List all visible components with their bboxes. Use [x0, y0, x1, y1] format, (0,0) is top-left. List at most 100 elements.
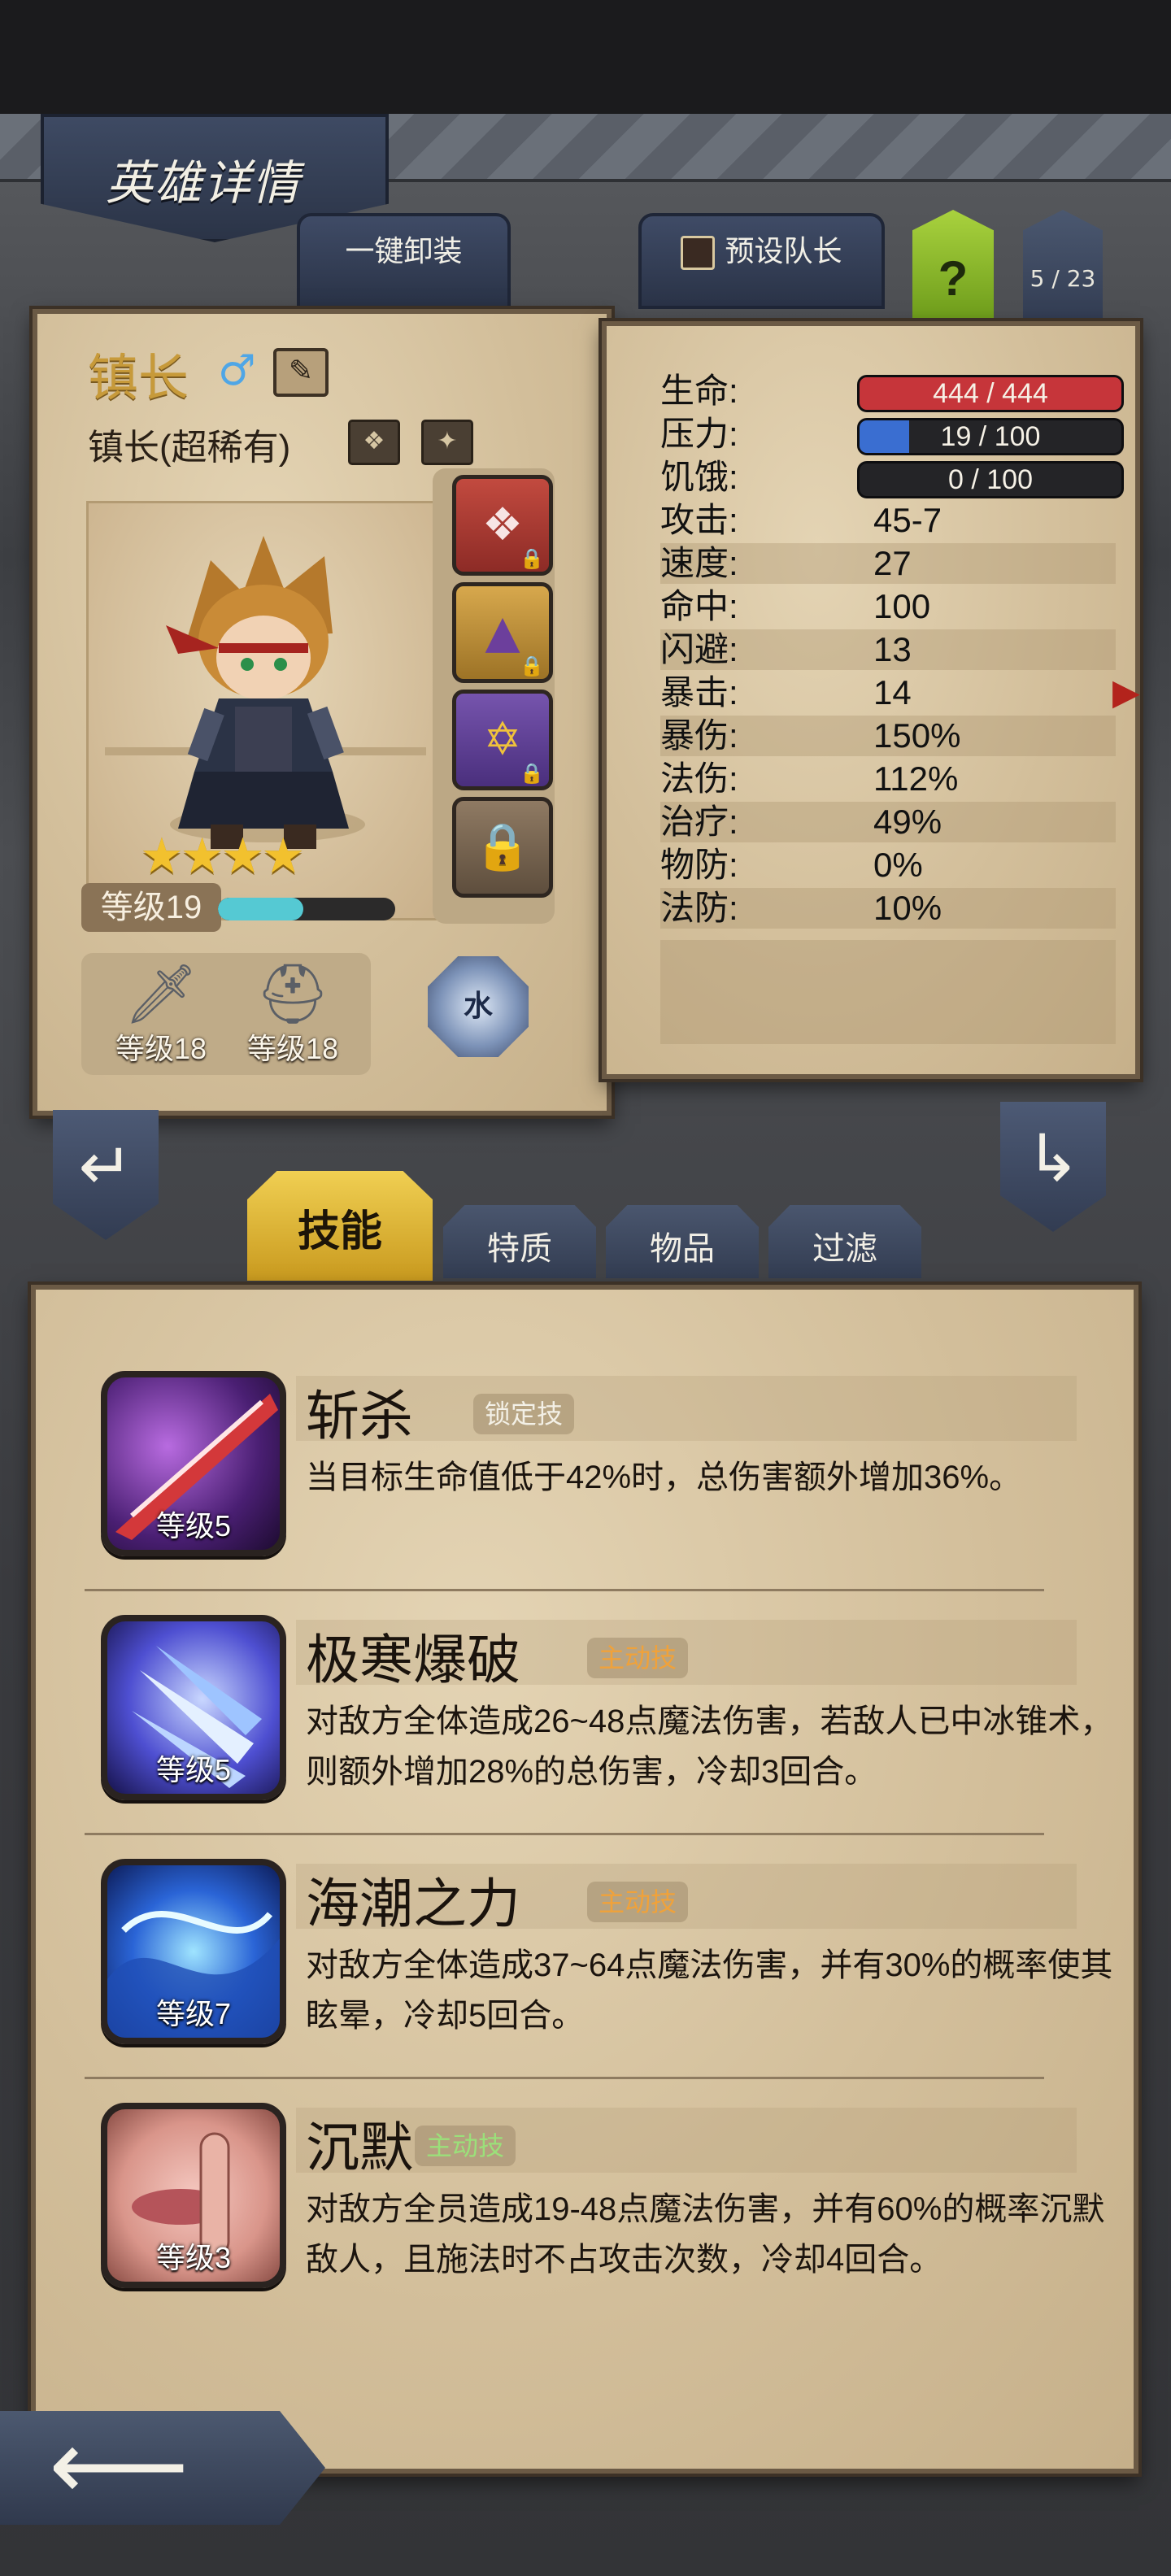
skill-item[interactable]: 等级7 海潮之力 主动技 对敌方全体造成37~64点魔法伤害，并有30%的概率使…: [101, 1859, 1112, 2070]
stats-panel: 生命: 444 / 444 压力: 19 / 100 饥饿: 0 / 100 攻…: [602, 321, 1140, 1079]
class-info-icon[interactable]: ❖: [348, 420, 400, 465]
stat-label: 闪避:: [660, 630, 738, 668]
armor-item[interactable]: ⛑ 等级18: [228, 953, 358, 1075]
locked-slot[interactable]: 🔒: [452, 797, 553, 898]
skill-tag: 主动技: [587, 1882, 689, 1922]
stat-label: 饥饿:: [660, 458, 738, 496]
trait-info-icon[interactable]: ✦: [421, 420, 473, 465]
stat-label: 攻击:: [660, 501, 738, 539]
tab-filter[interactable]: 过滤: [768, 1205, 921, 1278]
skills-panel: 等级5 斩杀 锁定技 当目标生命值低于42%时，总伤害额外增加36%。 等级5 …: [31, 1285, 1138, 2474]
stress-value: 19 / 100: [940, 421, 1041, 452]
hero-count-button[interactable]: 5 / 23: [1023, 210, 1103, 324]
stat-value: 100: [873, 587, 931, 625]
checkbox-icon[interactable]: [681, 236, 716, 271]
back-button[interactable]: ⟵: [0, 2411, 325, 2525]
wizard-hat-icon: ▲: [485, 606, 520, 659]
skill-name: 沉默: [306, 2117, 413, 2178]
hp-bar: 444 / 444: [857, 375, 1124, 412]
skill-tag: 主动技: [415, 2126, 516, 2166]
stat-row: 攻击: 45-7: [660, 500, 1116, 541]
sword-icon: 🗡: [124, 959, 198, 1028]
gear-box: 🗡 等级18 ⛑ 等级18: [81, 953, 371, 1075]
helmet-icon: ⛑: [255, 959, 330, 1028]
stat-label: 暴伤:: [660, 716, 738, 755]
stat-label: 压力:: [660, 415, 738, 453]
stat-row: 闪避: 13: [660, 629, 1116, 670]
hero-class: 镇长(超稀有): [88, 428, 291, 468]
rename-button[interactable]: ✎: [273, 348, 329, 397]
tab-skills[interactable]: 技能: [247, 1171, 433, 1281]
stat-label: 法伤:: [660, 759, 738, 798]
skill-description: 对敌方全体造成37~64点魔法伤害，并有30%的概率使其眩晕，冷却5回合。: [306, 1947, 1113, 2034]
hero-level: 等级19: [81, 883, 221, 932]
hat-slot[interactable]: ▲ 🔒: [452, 582, 553, 683]
ice-shard-icon: 等级5: [101, 1615, 286, 1800]
page-title: 英雄详情: [106, 155, 302, 211]
skill-name: 海潮之力: [306, 1873, 520, 1934]
stat-label: 物防:: [660, 846, 738, 884]
pencil-icon: ✎: [288, 355, 314, 388]
artifact-slot[interactable]: ✡ 🔒: [452, 690, 553, 790]
hero-card: 镇长 ♂ ✎ 镇长(超稀有) ❖ ✦ ★★★★ 等级19 ❖ 🔒 ▲ 🔒 ✡ 🔒…: [33, 309, 612, 1116]
skill-item[interactable]: 等级5 斩杀 锁定技 当目标生命值低于42%时，总伤害额外增加36%。: [101, 1371, 1085, 1582]
expand-arrow-icon[interactable]: ▶: [1112, 672, 1145, 713]
stat-value: 14: [873, 673, 912, 711]
preset-leader-label: 预设队长: [725, 234, 842, 268]
stat-value: 49%: [873, 803, 942, 841]
stat-value: 45-7: [873, 501, 942, 539]
hero-name: 镇长: [88, 350, 189, 407]
skill-description: 对敌方全员造成19-48点魔法伤害，并有60%的概率沉默敌人，且施法时不占攻击次…: [306, 2191, 1105, 2278]
divider: [85, 2077, 1044, 2079]
hunger-value: 0 / 100: [948, 464, 1033, 495]
lock-icon: 🔒: [520, 762, 544, 785]
top-bar: [0, 0, 1171, 114]
stat-stress: 压力: 19 / 100: [660, 414, 1124, 455]
armor-level: 等级18: [246, 1032, 339, 1065]
lock-icon: 🔒: [520, 655, 544, 677]
hp-value: 444 / 444: [933, 378, 1048, 409]
stat-empty-area: [660, 940, 1116, 1044]
stat-value: 13: [873, 630, 912, 668]
stat-label: 暴击:: [660, 673, 738, 711]
wave-icon: 等级7: [101, 1859, 286, 2044]
skill-level: 等级7: [155, 1997, 232, 2030]
stat-value: 10%: [873, 889, 942, 927]
skill-description: 对敌方全体造成26~48点魔法伤害，若敌人已中冰锥术，则额外增加28%的总伤害，…: [306, 1704, 1113, 1790]
amulet-slot[interactable]: ❖ 🔒: [452, 475, 553, 576]
stat-value: 150%: [873, 716, 961, 755]
weapon-item[interactable]: 🗡 等级18: [96, 953, 226, 1075]
skill-level: 等级3: [155, 2241, 232, 2274]
stat-value: 112%: [873, 759, 959, 798]
divider: [85, 1589, 1044, 1591]
tab-items[interactable]: 物品: [606, 1205, 759, 1278]
stat-value: 27: [873, 544, 912, 582]
help-button[interactable]: ?: [912, 210, 994, 324]
skill-description: 当目标生命值低于42%时，总伤害额外增加36%。: [306, 1460, 1022, 1495]
preset-leader-toggle[interactable]: 预设队长: [638, 213, 885, 309]
skill-item[interactable]: 等级3 沉默 主动技 对敌方全员造成19-48点魔法伤害，并有60%的概率沉默敌…: [101, 2103, 1104, 2314]
skill-item[interactable]: 等级5 极寒爆破 主动技 对敌方全体造成26~48点魔法伤害，若敌人已中冰锥术，…: [101, 1615, 1112, 1826]
skill-level: 等级5: [155, 1509, 232, 1543]
stat-row: 物防: 0%: [660, 845, 1116, 886]
element-badge[interactable]: 水: [428, 956, 529, 1057]
skill-name: 极寒爆破: [306, 1630, 520, 1690]
skill-level: 等级5: [155, 1753, 232, 1786]
stat-label: 生命:: [660, 372, 738, 410]
tab-traits[interactable]: 特质: [443, 1205, 596, 1278]
hunger-bar: 0 / 100: [857, 461, 1124, 498]
exp-fill: [218, 898, 303, 920]
padlock-icon: 🔒: [474, 820, 531, 873]
divider: [85, 1833, 1044, 1835]
skill-name-bar: [296, 2108, 1077, 2173]
arrow-left-icon: ↵: [78, 1129, 133, 1204]
unload-all-button[interactable]: 一键卸装: [297, 213, 511, 309]
star-rating: ★★★★: [140, 828, 305, 885]
lock-icon: 🔒: [520, 547, 544, 570]
exp-bar: [218, 898, 395, 920]
stat-label: 命中:: [660, 587, 738, 625]
stat-row: 暴击: 14 ▶: [660, 672, 1140, 713]
stat-row: 命中: 100: [660, 586, 1116, 627]
skill-tag: 锁定技: [473, 1394, 575, 1434]
stat-label: 治疗:: [660, 803, 738, 841]
